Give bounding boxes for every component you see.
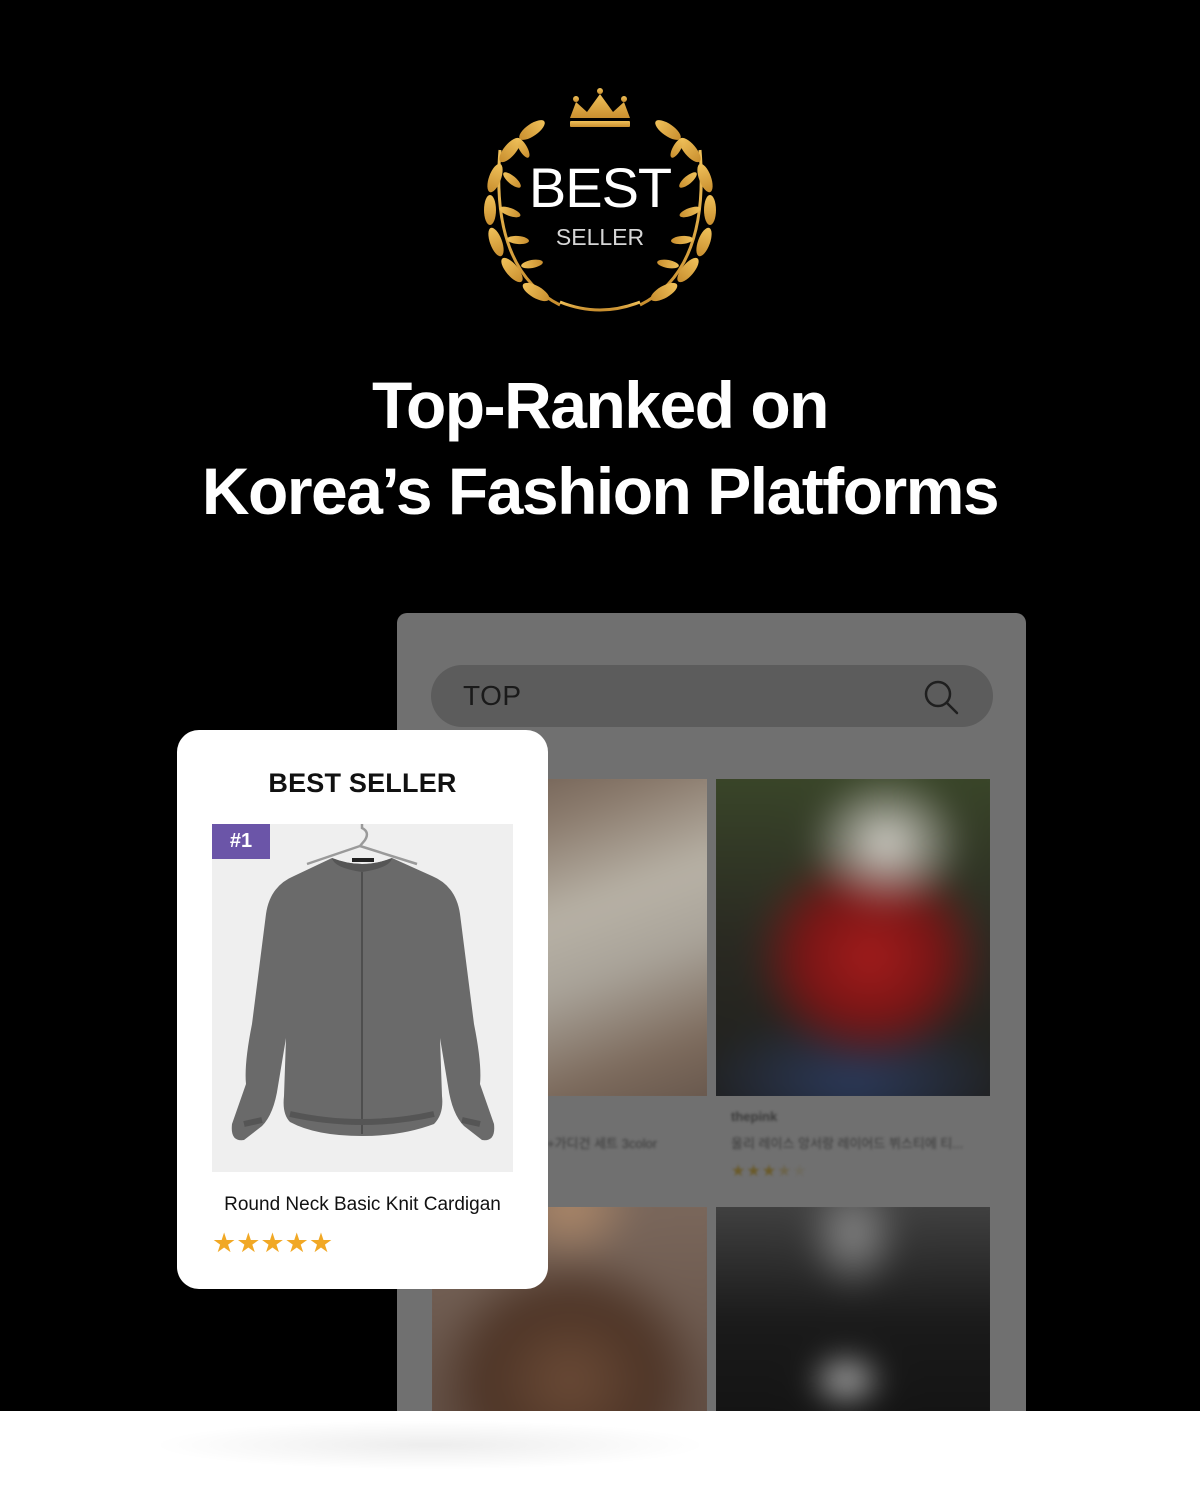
product-name[interactable]: Round Neck Basic Knit Cardigan: [177, 1194, 548, 1216]
card-title: BEST SELLER: [268, 768, 457, 798]
best-seller-card[interactable]: BEST SELLER #1 Round Neck Basic Knit Car…: [177, 730, 548, 1289]
product-rating-stars: ★★★★★: [731, 1163, 808, 1180]
badge-seller-text: SELLER: [555, 224, 645, 250]
badge-best-text: BEST: [528, 156, 672, 219]
page-headline: Top-Ranked on Korea’s Fashion Platforms: [0, 362, 1200, 534]
product-image[interactable]: #1: [212, 824, 513, 1172]
headline-line-2: Korea’s Fashion Platforms: [201, 454, 1000, 528]
crown-icon: [570, 88, 630, 127]
cardigan-image: [212, 824, 513, 1172]
product-name: 울리 레이스 앙서랑 레이어드 뷔스티에 티...: [731, 1136, 964, 1151]
hero-section: BEST SELLER Top-Ranked on Korea’s Fashio…: [0, 0, 1200, 1411]
product-tile[interactable]: [716, 1207, 990, 1411]
product-tile[interactable]: [716, 779, 990, 1096]
product-name: +가디건 세트 3color: [547, 1136, 658, 1151]
rank-badge: #1: [212, 824, 270, 859]
search-query[interactable]: TOP: [463, 681, 522, 711]
search-bar[interactable]: TOP: [431, 665, 993, 727]
product-brand: thepink: [731, 1109, 778, 1124]
rating-stars: ★★★★★: [212, 1228, 334, 1258]
search-icon[interactable]: [921, 677, 961, 717]
headline-line-1: Top-Ranked on: [372, 368, 829, 442]
best-seller-badge: BEST SELLER: [460, 80, 740, 320]
card-shadow: [150, 1420, 710, 1470]
